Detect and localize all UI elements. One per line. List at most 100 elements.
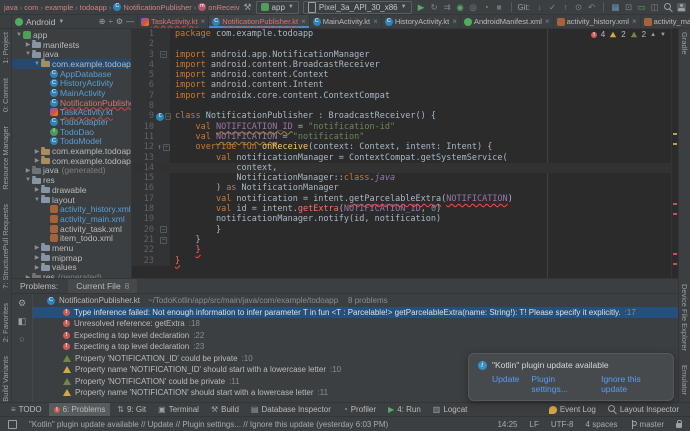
chevron-down-icon[interactable]: ▼ bbox=[33, 61, 41, 67]
git-push-icon[interactable]: ↑ bbox=[560, 2, 571, 13]
line-separator[interactable]: LF bbox=[530, 420, 539, 429]
chevron-right-icon[interactable]: ▶ bbox=[33, 254, 41, 261]
tool-window-button-event-log[interactable]: Event Log bbox=[544, 403, 601, 416]
tool-window-button-terminal[interactable]: ▣Terminal bbox=[153, 403, 204, 416]
run-config-dropdown[interactable]: app ▼ bbox=[256, 1, 299, 14]
breadcrumb-item[interactable]: NotificationPublisher bbox=[123, 3, 191, 12]
tab-activity_main-xml[interactable]: activity_main.xml× bbox=[641, 15, 690, 28]
breadcrumb-item[interactable]: java bbox=[4, 3, 18, 12]
tool-window-button-database-inspector[interactable]: ▤Database Inspector bbox=[246, 403, 336, 416]
hide-panel-icon[interactable]: — bbox=[126, 17, 134, 26]
tree-item[interactable]: ▼java bbox=[12, 49, 131, 59]
git-update-icon[interactable]: ↓ bbox=[534, 2, 545, 13]
attach-debugger-icon[interactable]: ◎ bbox=[468, 2, 479, 13]
fold-marker-icon[interactable]: − bbox=[160, 226, 167, 233]
breadcrumb-item[interactable]: com bbox=[24, 3, 38, 12]
tree-item[interactable]: ▶mipmap bbox=[12, 253, 131, 263]
git-branch-widget[interactable]: master bbox=[630, 420, 664, 429]
tool-stripe-button-resource-manager[interactable]: Resource Manager bbox=[1, 126, 10, 190]
avd-manager-icon[interactable]: ▭ bbox=[636, 2, 647, 13]
code-line[interactable]: 7import androidx.core.content.ContextCom… bbox=[132, 91, 678, 101]
error-stripe[interactable] bbox=[671, 29, 678, 278]
warn-stripe-mark[interactable] bbox=[673, 143, 677, 145]
tree-item[interactable]: TaskActivity.kt bbox=[12, 108, 131, 118]
prev-problem-icon[interactable]: ▲ bbox=[650, 32, 656, 38]
chevron-right-icon[interactable]: ▶ bbox=[33, 264, 41, 271]
tree-item[interactable]: CTodoAdapter bbox=[12, 117, 131, 127]
lock-icon[interactable] bbox=[676, 423, 682, 428]
device-dropdown[interactable]: Pixel_3a_API_30_x86 ▼ bbox=[303, 1, 412, 14]
balloon-link-plugin-settings-[interactable]: Plugin settings... bbox=[531, 374, 589, 394]
tool-stripe-button-device-file-explorer[interactable]: Device File Explorer bbox=[680, 284, 689, 351]
tool-window-button-layout-inspector[interactable]: Layout Inspector bbox=[603, 403, 684, 416]
code-line[interactable]: 15 NotificationManager::class.java bbox=[132, 173, 678, 183]
code-editor[interactable]: 1package com.example.todoapp23−import an… bbox=[132, 29, 678, 278]
close-icon[interactable]: × bbox=[452, 17, 457, 26]
code-line[interactable]: 2 bbox=[132, 39, 678, 49]
tree-item[interactable]: activity_task.xml bbox=[12, 224, 131, 234]
close-icon[interactable]: × bbox=[545, 17, 550, 26]
tree-item[interactable]: ▼layout bbox=[12, 195, 131, 205]
code-line[interactable]: 20− } bbox=[132, 225, 678, 235]
git-history-icon[interactable]: ⊙ bbox=[573, 2, 584, 13]
chevron-right-icon[interactable]: ▶ bbox=[33, 157, 41, 164]
close-icon[interactable]: × bbox=[301, 17, 306, 26]
apply-code-changes-icon[interactable]: ⇉ bbox=[442, 2, 453, 13]
tree-item[interactable]: item_todo.xml bbox=[12, 233, 131, 243]
tool-stripe-button-0-commit[interactable]: 0: Commit bbox=[1, 78, 10, 112]
chevron-right-icon[interactable]: ▶ bbox=[24, 41, 32, 48]
profiler-icon[interactable]: ◔ bbox=[481, 2, 492, 13]
warn-stripe-mark[interactable] bbox=[673, 133, 677, 135]
tab-taskactivity-kt[interactable]: TaskActivity.kt× bbox=[138, 15, 209, 28]
code-line[interactable]: 12↑− override fun onReceive(context: Con… bbox=[132, 142, 678, 152]
indent-setting[interactable]: 4 spaces bbox=[586, 420, 618, 429]
code-line[interactable]: 17 val notification = intent.getParcelab… bbox=[132, 194, 678, 204]
chevron-down-icon[interactable]: ▼ bbox=[24, 177, 32, 183]
search-everywhere-icon[interactable] bbox=[664, 3, 673, 12]
tree-item[interactable]: ▶java(generated) bbox=[12, 166, 131, 176]
balloon-link-update[interactable]: Update bbox=[492, 374, 519, 394]
locate-file-icon[interactable]: ⊕ bbox=[99, 17, 106, 26]
tree-item[interactable]: ▼com.example.todoapp bbox=[12, 59, 131, 69]
balloon-link-ignore-this-update[interactable]: Ignore this update bbox=[601, 374, 664, 394]
tree-item[interactable]: ▼app bbox=[12, 30, 131, 40]
device-manager-icon[interactable]: ▦ bbox=[610, 2, 621, 13]
tool-window-button-9-git[interactable]: ⇅9: Git bbox=[112, 403, 151, 416]
code-line[interactable]: 4import android.content.BroadcastReceive… bbox=[132, 60, 678, 70]
git-rollback-icon[interactable]: ↶ bbox=[586, 2, 597, 13]
tool-stripe-button-1-project[interactable]: 1: Project bbox=[1, 32, 10, 64]
chevron-down-icon[interactable]: ▼ bbox=[33, 197, 41, 203]
tree-item[interactable]: ▶values bbox=[12, 263, 131, 273]
tool-stripe-button-gradle[interactable]: Gradle bbox=[680, 32, 689, 55]
tab-mainactivity-kt[interactable]: CMainActivity.kt× bbox=[310, 15, 382, 28]
git-commit-icon[interactable]: ✓ bbox=[547, 2, 558, 13]
breadcrumb-item[interactable]: onReceive(context: Context, intent: Inte… bbox=[208, 3, 240, 12]
code-line[interactable]: 10 val NOTIFICATION_ID = "notification-i… bbox=[132, 122, 678, 132]
run-icon[interactable]: ▶ bbox=[416, 2, 427, 13]
apply-changes-icon[interactable]: ↻ bbox=[429, 2, 440, 13]
attach-process-icon[interactable]: ◫ bbox=[649, 2, 660, 13]
tree-item[interactable]: CHistoryActivity bbox=[12, 78, 131, 88]
next-problem-icon[interactable]: ▼ bbox=[660, 32, 666, 38]
tree-item[interactable]: CAppDatabase bbox=[12, 69, 131, 79]
debug-icon[interactable]: ◉ bbox=[455, 2, 466, 13]
fold-marker-icon[interactable]: − bbox=[163, 144, 170, 151]
code-line[interactable]: 16 ) as NotificationManager bbox=[132, 183, 678, 193]
problem-row[interactable]: Expecting a top level declaration:22 bbox=[33, 330, 678, 342]
inspection-widget[interactable]: 4 2 2 ▲ ▼ bbox=[591, 30, 666, 39]
tree-item[interactable]: activity_main.xml bbox=[12, 214, 131, 224]
file-encoding[interactable]: UTF-8 bbox=[551, 420, 574, 429]
code-line[interactable]: 11 val NOTIFICATION = "notification" bbox=[132, 132, 678, 142]
tab-current-file[interactable]: Current File 8 bbox=[68, 279, 137, 293]
tool-window-button-todo[interactable]: ≡TODO bbox=[6, 403, 47, 416]
code-line[interactable]: 13 val notificationManager = ContextComp… bbox=[132, 153, 678, 163]
stop-icon[interactable]: ■ bbox=[494, 2, 505, 13]
build-wrench-icon[interactable]: ⚒ bbox=[243, 2, 251, 13]
problem-row[interactable]: Unresolved reference: getExtra:18 bbox=[33, 318, 678, 330]
project-view-selector[interactable]: Android bbox=[26, 17, 55, 27]
code-line[interactable]: 21− } bbox=[132, 235, 678, 245]
problems-file-row[interactable]: CNotificationPublisher.kt~/TodoKotlin/ap… bbox=[33, 295, 678, 307]
tree-item[interactable]: ▶drawable bbox=[12, 185, 131, 195]
tool-window-button-4-run[interactable]: ▶4: Run bbox=[383, 403, 426, 416]
chevron-down-icon[interactable]: ▼ bbox=[24, 51, 32, 57]
